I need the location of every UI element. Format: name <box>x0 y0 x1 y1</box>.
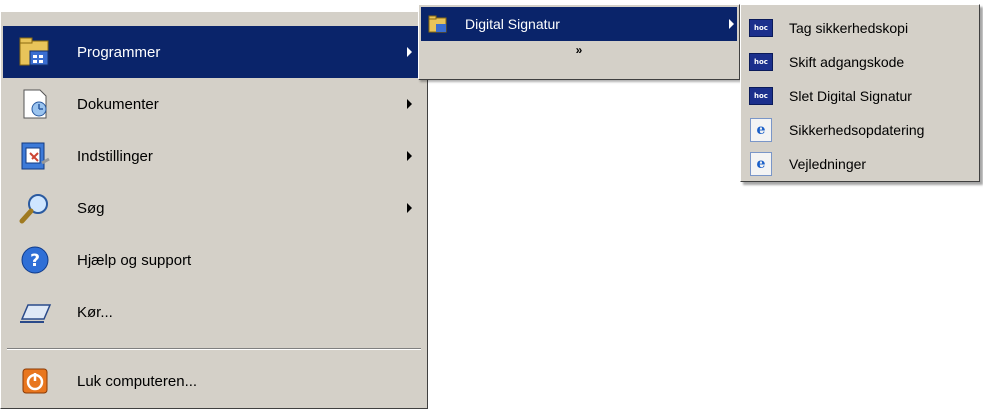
menu-item-label: Luk computeren... <box>77 372 198 390</box>
program-group-icon <box>427 13 449 35</box>
menu-item-hjaelp[interactable]: ? Hjælp og support <box>3 234 425 286</box>
ie-shortcut-icon: e <box>749 152 773 176</box>
hoc-app-icon: hoc <box>749 16 773 40</box>
menu-item-kor[interactable]: Kør... <box>3 286 425 338</box>
menu-item-luk-computeren[interactable]: Luk computeren... <box>3 355 425 407</box>
menu-item-label: Søg <box>77 199 105 217</box>
settings-icon <box>17 138 53 174</box>
search-magnifier-icon <box>17 190 53 226</box>
menu-item-sog[interactable]: Søg <box>3 182 425 234</box>
menu-item-label: Vejledninger <box>789 156 867 172</box>
submenu-arrow-icon <box>729 19 734 29</box>
menu-item-label: Skift adgangskode <box>789 54 905 70</box>
submenu-arrow-icon <box>407 99 412 109</box>
programs-folder-icon <box>17 34 53 70</box>
programs-submenu: Digital Signatur » <box>418 4 740 80</box>
menu-item-indstillinger[interactable]: Indstillinger <box>3 130 425 182</box>
menu-item-digital-signatur[interactable]: Digital Signatur <box>421 7 737 41</box>
menu-item-label: Tag sikkerhedskopi <box>789 20 909 36</box>
menu-item-label: Programmer <box>77 43 161 61</box>
help-icon: ? <box>17 242 53 278</box>
menu-item-sikkerhedsopdatering[interactable]: e Sikkerhedsopdatering <box>743 113 977 147</box>
menu-item-slet-digital-signatur[interactable]: hoc Slet Digital Signatur <box>743 79 977 113</box>
ie-shortcut-icon: e <box>749 118 773 142</box>
menu-item-vejledninger[interactable]: e Vejledninger <box>743 147 977 181</box>
digital-signatur-submenu: hoc Tag sikkerhedskopi hoc Skift adgangs… <box>740 4 980 182</box>
menu-item-label: Indstillinger <box>77 147 153 165</box>
expand-chevron-icon[interactable]: » <box>419 43 739 57</box>
menu-item-label: Kør... <box>77 303 113 321</box>
menu-item-programmer[interactable]: Programmer <box>3 26 425 78</box>
menu-item-dokumenter[interactable]: Dokumenter <box>3 78 425 130</box>
hoc-app-icon: hoc <box>749 50 773 74</box>
menu-item-tag-sikkerhedskopi[interactable]: hoc Tag sikkerhedskopi <box>743 11 977 45</box>
shutdown-icon <box>17 363 53 399</box>
menu-item-label: Dokumenter <box>77 95 159 113</box>
menu-item-label: Hjælp og support <box>77 251 192 269</box>
menu-item-label: Slet Digital Signatur <box>789 88 912 104</box>
svg-text:?: ? <box>30 251 40 271</box>
menu-separator <box>7 348 421 350</box>
submenu-arrow-icon <box>407 203 412 213</box>
hoc-app-icon: hoc <box>749 84 773 108</box>
menu-item-label: Digital Signatur <box>465 16 560 32</box>
submenu-arrow-icon <box>407 47 412 57</box>
menu-item-label: Sikkerhedsopdatering <box>789 122 925 138</box>
run-icon <box>17 294 53 330</box>
menu-item-skift-adgangskode[interactable]: hoc Skift adgangskode <box>743 45 977 79</box>
submenu-arrow-icon <box>407 151 412 161</box>
start-menu: Programmer Dokumenter Indstillinger Søg … <box>0 11 428 409</box>
documents-icon <box>17 86 53 122</box>
